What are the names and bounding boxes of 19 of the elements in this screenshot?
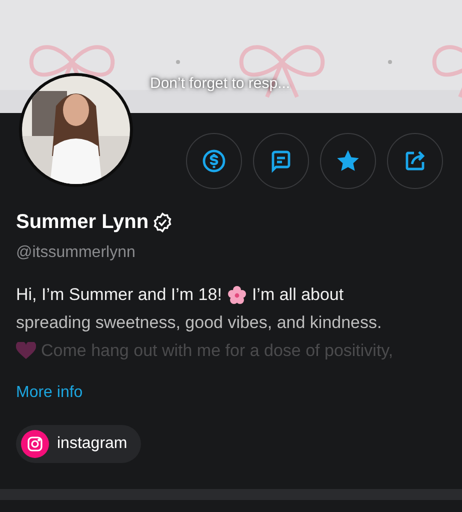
tip-coin-button[interactable] bbox=[186, 133, 242, 189]
bio-text: I’m all about bbox=[252, 284, 344, 306]
bio-text: spreading sweetness, good vibes, and kindness. bbox=[16, 312, 382, 334]
message-icon bbox=[269, 149, 293, 173]
star-button[interactable] bbox=[320, 133, 376, 189]
instagram-icon bbox=[21, 430, 49, 458]
profile-name: Summer Lynn bbox=[16, 210, 149, 235]
social-link[interactable]: instagram bbox=[16, 425, 142, 463]
profile-handle: @itssummerlynn bbox=[16, 243, 136, 263]
share-button[interactable] bbox=[387, 133, 443, 189]
more-info-link[interactable]: More info bbox=[16, 384, 83, 401]
flower-icon bbox=[226, 285, 247, 305]
heart-icon bbox=[16, 342, 36, 360]
share-icon bbox=[403, 149, 427, 173]
social-label: instagram bbox=[57, 434, 128, 454]
star-icon bbox=[335, 148, 361, 174]
message-button[interactable] bbox=[253, 133, 309, 189]
tip-coin-icon bbox=[202, 149, 226, 173]
bio-text: Hi, I’m Summer and I’m 18! bbox=[16, 284, 222, 306]
